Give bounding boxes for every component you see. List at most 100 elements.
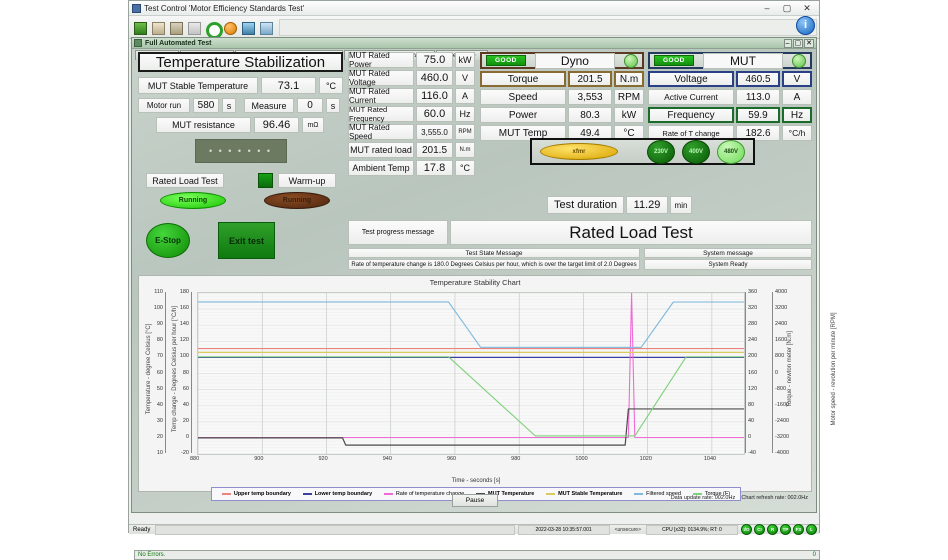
test-state-body: Rate of temperature change is 180.0 Degr… <box>348 259 640 270</box>
delete-icon[interactable] <box>185 19 202 36</box>
axis-tick: 70 <box>156 353 163 360</box>
temperature-stabilization-panel: Temperature Stabilization MUT Stable Tem… <box>138 52 343 259</box>
axis-label-motor-speed: Motor speed - revolution per minute [RPM… <box>831 312 837 426</box>
spec-name: MUT Rated Power <box>348 51 414 69</box>
axis-tick: 40 <box>156 401 163 408</box>
system-message-body: System Ready <box>644 259 812 270</box>
toolbar-filler <box>279 18 817 36</box>
spec-row: Ambient Temp 17.8 °C <box>348 160 475 176</box>
rated-load-test-label: Rated Load Test <box>146 173 224 188</box>
e-stop-button[interactable]: E-Stop <box>146 223 190 258</box>
mut-row: Active Current 113.0 A <box>648 89 812 105</box>
inner-window-title: Full Automated Test <box>145 39 212 47</box>
dyno-row: Speed 3,553 RPM <box>480 89 644 105</box>
spec-unit: N.m <box>455 142 475 158</box>
status-indicator-tp[interactable]: TP <box>780 524 791 535</box>
open-icon[interactable] <box>131 19 148 36</box>
status-timestamp: 2022-03-28 10:35:57.001 <box>517 524 610 535</box>
motor-run-unit: s <box>222 98 236 113</box>
status-indicator-ci[interactable]: CI <box>754 524 765 535</box>
exit-test-button[interactable]: Exit test <box>218 222 275 259</box>
error-count: 0 <box>812 552 816 558</box>
mut-row: Voltage 460.5 V <box>648 71 812 87</box>
spec-unit: A <box>455 88 475 104</box>
axis-tick: 100 <box>153 305 163 312</box>
spec-value: 460.0 <box>416 70 453 86</box>
close-button[interactable]: ✕ <box>802 3 812 13</box>
test-progress-label: Test progress message <box>348 220 448 245</box>
test-progress-value: Rated Load Test <box>450 220 812 245</box>
axis-tick: 40 <box>182 401 189 408</box>
status-indicator-r[interactable]: R <box>767 524 778 535</box>
resistance-value: 96.46 <box>254 117 299 133</box>
status-indicators: I/O CI R TP FS L <box>741 524 817 535</box>
axis-tick: -3200 <box>775 433 790 440</box>
voltage-button-230v[interactable]: 230V <box>647 139 675 164</box>
axis-spine <box>772 292 773 453</box>
spec-value: 3,555.0 <box>416 124 453 140</box>
spec-value: 201.5 <box>416 142 453 158</box>
message-area: Test State Message Rate of temperature c… <box>348 248 812 270</box>
warm-up-status: Running <box>264 192 330 209</box>
dyno-title: Dyno <box>534 52 615 69</box>
refresh-icon[interactable] <box>203 19 223 39</box>
spec-name: MUT Rated Current <box>348 87 414 105</box>
axis-tick: 20 <box>182 417 189 424</box>
axis-tick: 1600 <box>775 337 788 344</box>
resistance-unit: mΩ <box>302 117 324 133</box>
axis-tick: 20 <box>156 433 163 440</box>
info-icon[interactable]: i <box>796 16 815 35</box>
mut-title: MUT <box>702 52 783 69</box>
dyno-row: Torque 201.5 N.m <box>480 71 644 87</box>
axis-tick: 240 <box>748 337 758 344</box>
voltage-button-400v[interactable]: 400V <box>682 139 710 164</box>
chart-canvas <box>197 292 745 455</box>
axis-tick: -2400 <box>775 417 790 424</box>
axis-tick: 110 <box>154 289 163 295</box>
chart-plot-area: Temperature - degree Celsius [°C] Temp c… <box>139 288 837 501</box>
axis-tick: 800 <box>775 353 785 360</box>
axis-spine <box>745 292 746 453</box>
inner-maximize-button[interactable]: ▢ <box>792 38 804 48</box>
dyno-panel: GOOD Dyno Torque 201.5 N.m Speed 3,553 R… <box>480 52 644 141</box>
minimize-button[interactable]: – <box>762 3 772 13</box>
save-icon[interactable] <box>149 19 166 36</box>
dyno-row-unit: kW <box>614 107 644 123</box>
inner-minimize-button[interactable]: – <box>783 38 792 48</box>
motor-run-label: Motor run <box>138 98 190 113</box>
pause-button[interactable]: Pause <box>452 494 498 507</box>
status-indicator-l[interactable]: L <box>806 524 817 535</box>
mut-row-value: 59.9 <box>736 107 780 123</box>
axis-tick: 280 <box>748 321 758 328</box>
spec-name: MUT Rated Speed <box>348 123 414 141</box>
status-indicator-io[interactable]: I/O <box>741 524 752 535</box>
axis-tick: 10 <box>156 450 163 456</box>
mut-header: GOOD MUT <box>648 52 812 69</box>
voltage-button-480v[interactable]: 480V <box>717 139 745 164</box>
mut-row-value: 460.5 <box>736 71 780 87</box>
axis-tick: -40 <box>748 450 756 456</box>
inner-window-icon <box>134 39 142 47</box>
mut-row-value: 113.0 <box>736 89 780 105</box>
inner-close-button[interactable]: ✕ <box>804 38 814 48</box>
window-copy-icon[interactable] <box>257 19 274 36</box>
axis-tick: 180 <box>179 289 189 295</box>
status-indicator-fs[interactable]: FS <box>793 524 804 535</box>
edit-icon[interactable] <box>167 19 184 36</box>
network-icon[interactable] <box>239 19 256 36</box>
test-duration-unit: min <box>670 196 692 214</box>
xfmr-label: xfmr <box>540 143 618 160</box>
axis-tick: 320 <box>748 305 758 312</box>
spec-name: Ambient Temp <box>348 160 414 176</box>
axis-tick: 4000 <box>775 289 788 295</box>
run-icon[interactable] <box>221 19 238 36</box>
spec-row: MUT Rated Frequency 60.0 Hz <box>348 105 475 123</box>
test-duration-row: Test duration 11.29 min <box>547 196 692 214</box>
axis-tick: 1000 <box>575 456 588 462</box>
maximize-button[interactable]: ▢ <box>782 3 792 13</box>
spec-unit: RPM <box>455 124 475 140</box>
chart-svg <box>197 292 745 455</box>
test-duration-value: 11.29 <box>626 196 668 214</box>
axis-tick: 200 <box>748 353 758 360</box>
dyno-row-name: Torque <box>480 71 566 87</box>
